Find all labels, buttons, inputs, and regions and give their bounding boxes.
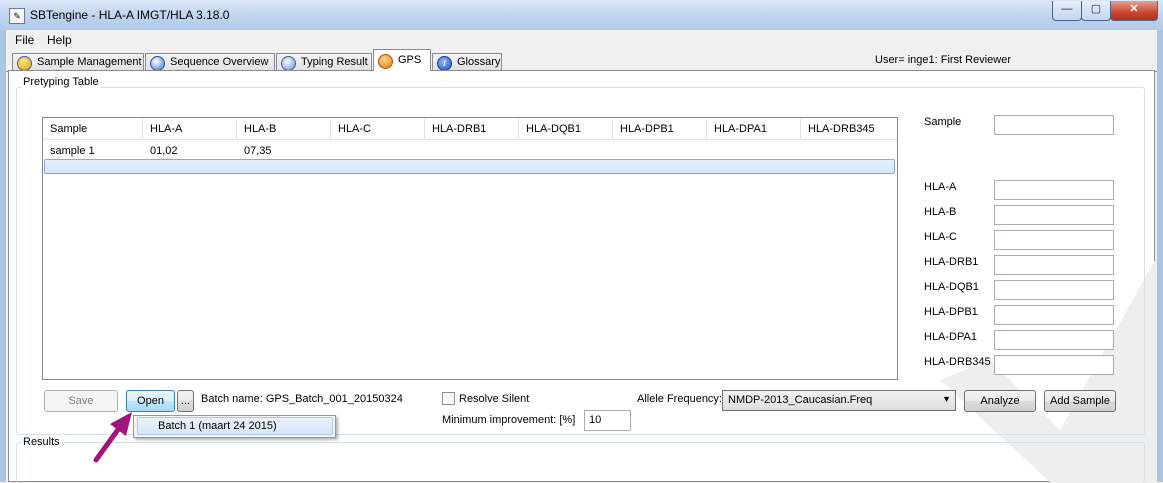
field-label-hla-dpa1: HLA-DPA1: [924, 331, 977, 343]
add-sample-button[interactable]: Add Sample: [1044, 390, 1116, 412]
user-label: User= inge1: First Reviewer: [875, 54, 1012, 66]
table-cell: sample 1: [50, 145, 95, 157]
results-title: Results: [21, 436, 62, 448]
app-icon: ✎: [9, 8, 25, 24]
info-icon: i: [437, 56, 452, 71]
hla-dqb1-input[interactable]: [994, 280, 1114, 300]
tab-gps[interactable]: GPS: [373, 49, 431, 71]
field-label-hla-c: HLA-C: [924, 231, 958, 243]
batch-menu-item[interactable]: Batch 1 (maart 24 2015): [137, 417, 333, 435]
column-header[interactable]: HLA-A: [143, 119, 237, 139]
analyze-button[interactable]: Analyze: [964, 390, 1036, 412]
column-header[interactable]: HLA-DPA1: [707, 119, 801, 139]
tab-glossary[interactable]: i Glossary: [432, 53, 502, 71]
hla-drb345-input[interactable]: [994, 355, 1114, 375]
column-header[interactable]: HLA-B: [237, 119, 331, 139]
header-divider: [43, 139, 897, 140]
min-improvement-input[interactable]: 10: [584, 410, 631, 431]
resolve-silent-label: Resolve Silent: [459, 393, 530, 405]
window-title: SBTengine - HLA-A IMGT/HLA 3.18.0: [30, 8, 230, 22]
typing-icon: [281, 56, 296, 71]
chevron-down-icon: ▼: [942, 394, 951, 404]
table-cell: 07,35: [244, 145, 272, 157]
hla-dpa1-input[interactable]: [994, 330, 1114, 350]
menu-file[interactable]: File: [15, 33, 34, 47]
pretyping-title: Pretyping Table: [21, 76, 101, 88]
min-improvement-label: Minimum improvement: [%]: [442, 414, 576, 426]
tab-label: Glossary: [457, 56, 501, 68]
column-header[interactable]: HLA-C: [331, 119, 425, 139]
batch-name: Batch name: GPS_Batch_001_20150324: [201, 393, 403, 405]
field-label-hla-a: HLA-A: [924, 181, 957, 193]
tab-label: GPS: [398, 54, 422, 66]
maximize-button[interactable]: ▢: [1081, 1, 1111, 21]
tab-typing-result[interactable]: Typing Result: [276, 53, 372, 71]
menu-help[interactable]: Help: [47, 33, 72, 47]
tab-sequence-overview[interactable]: Sequence Overview: [145, 53, 275, 71]
column-header[interactable]: HLA-DPB1: [613, 119, 707, 139]
field-label-hla-drb1: HLA-DRB1: [924, 256, 979, 268]
new-row[interactable]: [44, 159, 895, 174]
tab-sample-management[interactable]: Sample Management: [12, 53, 144, 71]
field-label-hla-dpb1: HLA-DPB1: [924, 306, 978, 318]
allele-frequency-select[interactable]: NMDP-2013_Caucasian.Freq ▼: [722, 390, 956, 411]
column-header[interactable]: HLA-DRB1: [425, 119, 519, 139]
field-label-hla-dqb1: HLA-DQB1: [924, 281, 980, 293]
column-header[interactable]: HLA-DQB1: [519, 119, 613, 139]
hla-dpb1-input[interactable]: [994, 305, 1114, 325]
close-button[interactable]: ✕: [1110, 1, 1158, 21]
allele-frequency-value: NMDP-2013_Caucasian.Freq: [728, 394, 873, 406]
open-button[interactable]: Open: [126, 390, 175, 412]
hla-c-input[interactable]: [994, 230, 1114, 250]
resolve-silent-checkbox[interactable]: [442, 392, 455, 405]
sequence-icon: [150, 56, 165, 71]
gps-icon: [378, 54, 393, 69]
allele-frequency-label: Allele Frequency:: [637, 393, 722, 405]
results-group: [16, 442, 1145, 483]
annotation-arrow-icon: [93, 412, 132, 463]
table-cell: 01,02: [150, 145, 178, 157]
hla-drb1-input[interactable]: [994, 255, 1114, 275]
tab-label: Typing Result: [301, 56, 368, 68]
menu-bar: [6, 31, 1157, 49]
field-label-hla-drb345: HLA-DRB345: [924, 356, 991, 368]
field-label-hla-b: HLA-B: [924, 206, 957, 218]
minimize-button[interactable]: —: [1052, 1, 1082, 21]
sample-input[interactable]: [994, 115, 1114, 135]
sample-icon: [17, 56, 32, 71]
tab-label: Sample Management: [37, 56, 142, 68]
hla-b-input[interactable]: [994, 205, 1114, 225]
browse-button[interactable]: ...: [177, 390, 194, 412]
hla-a-input[interactable]: [994, 180, 1114, 200]
sample-label: Sample: [924, 116, 962, 128]
column-header[interactable]: HLA-DRB345: [801, 119, 897, 139]
column-header[interactable]: Sample: [43, 119, 143, 139]
save-button[interactable]: Save: [44, 390, 118, 412]
tab-label: Sequence Overview: [170, 56, 269, 68]
